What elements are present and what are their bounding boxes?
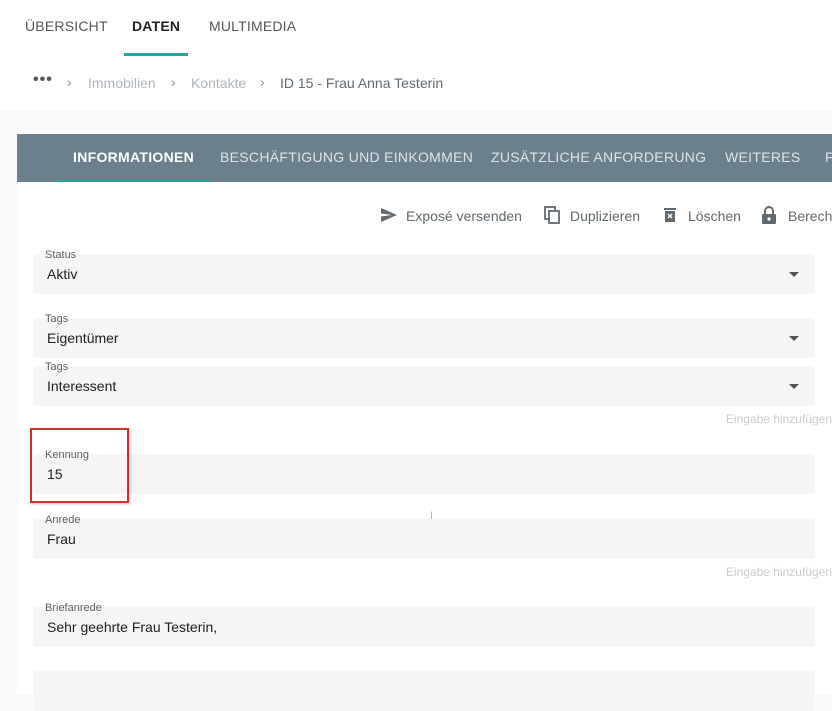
tab-more[interactable]: F	[825, 134, 832, 182]
anrede-field[interactable]: Anrede Frau	[33, 514, 815, 559]
tab-weiteres[interactable]: WEITERES	[725, 134, 801, 182]
dropdown-caret-icon	[789, 384, 799, 389]
kennung-value: 15	[47, 466, 63, 482]
status-label: Status	[45, 249, 77, 261]
chevron-right-icon: ›	[67, 74, 72, 90]
duplicate-label: Duplizieren	[570, 208, 641, 224]
contact-card: INFORMATIONEN BESCHÄFTIGUNG UND EINKOMME…	[17, 134, 832, 711]
tags-value: Interessent	[47, 378, 117, 394]
chevron-right-icon: ›	[171, 74, 176, 90]
breadcrumb: ••• › Immobilien › Kontakte › ID 15 - Fr…	[0, 58, 832, 110]
breadcrumb-more-icon[interactable]: •••	[33, 71, 53, 89]
tags-value: Eigentümer	[47, 330, 119, 346]
anrede-label: Anrede	[45, 514, 81, 526]
tab-informationen[interactable]: INFORMATIONEN	[55, 134, 211, 182]
breadcrumb-current: ID 15 - Frau Anna Testerin	[280, 75, 444, 91]
top-nav: ÜBERSICHT DATEN MULTIMEDIA	[0, 0, 832, 58]
send-expose-label: Exposé versenden	[406, 208, 522, 224]
briefanrede-field[interactable]: Briefanrede Sehr geehrte Frau Testerin,	[33, 602, 815, 647]
kennung-label: Kennung	[45, 449, 90, 461]
permissions-label: Berech	[788, 208, 832, 224]
breadcrumb-item-immobilien[interactable]: Immobilien	[88, 75, 156, 91]
dropdown-caret-icon	[789, 336, 799, 341]
tags-select-2[interactable]: Tags Interessent	[33, 361, 815, 406]
add-entry-link[interactable]: Eingabe hinzufügen	[726, 412, 832, 426]
status-select[interactable]: Status Aktiv	[33, 249, 815, 294]
dropdown-caret-icon	[789, 272, 799, 277]
briefanrede-label: Briefanrede	[45, 602, 102, 614]
send-icon	[381, 208, 397, 222]
anrede-value: Frau	[47, 531, 76, 547]
text-cursor-icon: I	[430, 510, 434, 522]
tab-uebersicht[interactable]: ÜBERSICHT	[25, 0, 108, 58]
status-value: Aktiv	[47, 266, 78, 282]
add-entry-link[interactable]: Eingabe hinzufügen	[726, 565, 832, 579]
tab-zusaetzliche-anforderung[interactable]: ZUSÄTZLICHE ANFORDERUNG	[491, 134, 706, 182]
tags-label: Tags	[45, 313, 69, 325]
chevron-right-icon: ›	[260, 74, 265, 90]
breadcrumb-item-kontakte[interactable]: Kontakte	[191, 75, 246, 91]
tags-label: Tags	[45, 361, 69, 373]
sub-tab-bar: INFORMATIONEN BESCHÄFTIGUNG UND EINKOMME…	[17, 134, 832, 182]
next-field[interactable]	[33, 671, 815, 711]
delete-label: Löschen	[688, 208, 741, 224]
trash-icon	[664, 208, 676, 222]
tab-multimedia[interactable]: MULTIMEDIA	[209, 0, 296, 58]
tab-beschaeftigung[interactable]: BESCHÄFTIGUNG UND EINKOMMEN	[220, 134, 473, 182]
tags-select-1[interactable]: Tags Eigentümer	[33, 313, 815, 358]
briefanrede-value: Sehr geehrte Frau Testerin,	[47, 619, 218, 635]
lock-icon	[762, 206, 776, 224]
copy-icon	[544, 206, 560, 224]
tab-daten[interactable]: DATEN	[123, 0, 189, 58]
kennung-field[interactable]: Kennung 15	[33, 449, 815, 494]
